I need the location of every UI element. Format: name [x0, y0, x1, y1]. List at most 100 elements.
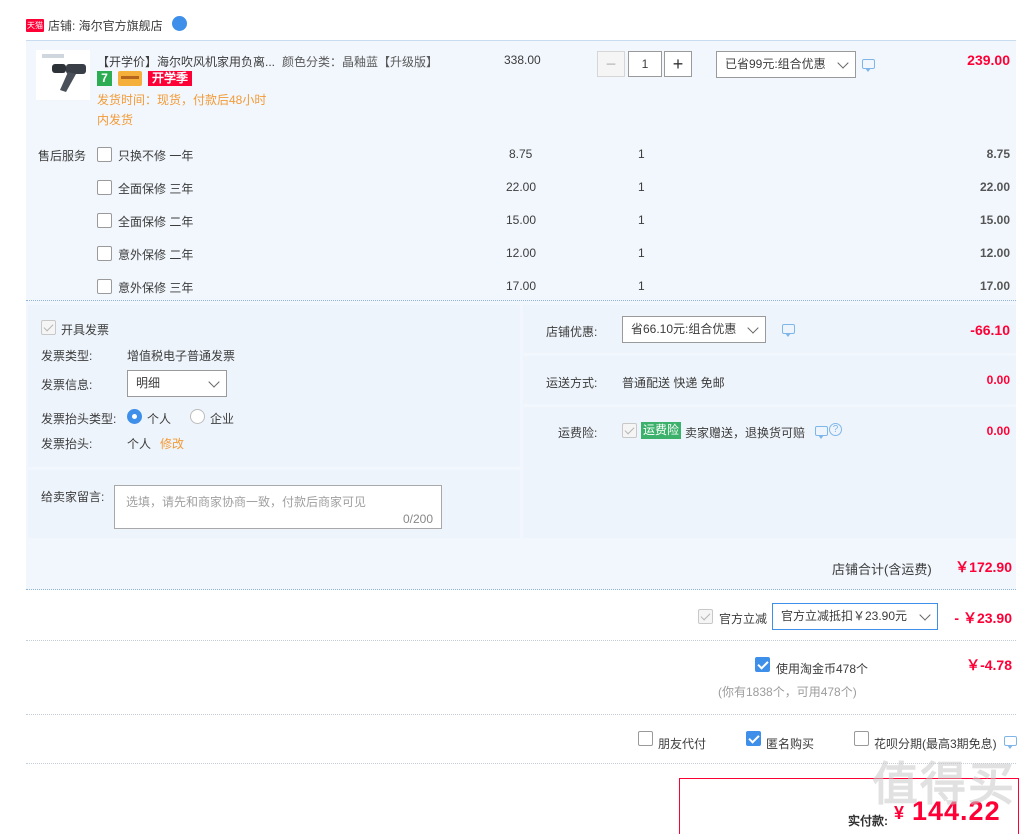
service-qty: 1 [638, 180, 645, 194]
invoice-head-label: 发票抬头: [41, 437, 93, 451]
shop-discount-label: 店铺优惠: [546, 325, 598, 339]
shipping-value: 普通配送 快递 免邮 [622, 376, 725, 390]
quantity-increase-button[interactable]: + [664, 51, 692, 77]
official-value: 官方立减抵扣￥23.90元 [781, 609, 908, 623]
service-price: 17.00 [506, 279, 537, 293]
insurance-label: 运费险: [558, 426, 598, 440]
watermark: 值得买 [872, 758, 1016, 810]
quantity-decrease-button[interactable]: − [597, 51, 625, 77]
service-qty: 1 [638, 246, 645, 260]
anonymous-label: 匿名购买 [766, 737, 815, 751]
item-price: 338.00 [504, 53, 541, 67]
taojinbi-label: 使用淘金币478个 [776, 662, 869, 676]
quantity-input[interactable]: 1 [628, 51, 662, 77]
service-total: 17.00 [979, 279, 1010, 293]
service-checkbox[interactable] [97, 246, 112, 261]
radio-personal[interactable] [127, 409, 142, 424]
friend-pay-label: 朋友代付 [658, 737, 707, 751]
service-total: 15.00 [979, 213, 1010, 227]
insurance-tag: 运费险 [641, 422, 682, 439]
service-total: 22.00 [979, 180, 1010, 194]
message-icon[interactable] [815, 426, 828, 439]
taojinbi-note: (你有1838个，可用478个) [718, 685, 857, 699]
official-amount: - ￥23.90 [954, 610, 1012, 626]
service-qty: 1 [638, 147, 645, 161]
radio-company[interactable] [190, 409, 205, 424]
insurance-checkbox[interactable] [622, 423, 637, 438]
insurance-amount: 0.00 [986, 424, 1010, 438]
service-label: 售后服务 [38, 149, 87, 163]
shipping-label: 运送方式: [546, 376, 598, 390]
pay-label: 实付款: [848, 814, 888, 828]
friend-pay-checkbox[interactable] [638, 731, 653, 746]
service-checkbox[interactable] [97, 180, 112, 195]
official-checkbox[interactable] [698, 609, 713, 624]
divider [26, 763, 1016, 764]
service-name: 全面保修 二年 [118, 215, 194, 229]
radio-company-label: 企业 [210, 412, 235, 426]
service-name: 意外保修 三年 [118, 281, 194, 295]
shop-discount-value: 省66.10元:组合优惠 [631, 322, 737, 336]
taojinbi-amount: ￥-4.78 [966, 657, 1012, 673]
radio-personal-label: 个人 [147, 412, 172, 426]
service-total: 12.00 [979, 246, 1010, 260]
service-price: 8.75 [509, 147, 533, 161]
huabei-checkbox[interactable] [854, 731, 869, 746]
message-placeholder: 选填，请先和商家协商一致，付款后商家可见 [126, 495, 367, 509]
shop-discount-select[interactable]: 省66.10元:组合优惠 [622, 316, 766, 343]
official-select[interactable]: 官方立减抵扣￥23.90元 [772, 603, 938, 630]
invoice-info-value: 明细 [136, 376, 161, 390]
service-name: 只换不修 一年 [118, 149, 194, 163]
chevron-down-icon [919, 609, 931, 621]
hair-dryer-icon [42, 54, 86, 92]
chevron-down-icon [208, 376, 220, 388]
service-price: 15.00 [506, 213, 537, 227]
taojinbi-checkbox[interactable] [755, 657, 770, 672]
service-checkbox[interactable] [97, 213, 112, 228]
item-subtotal: 239.00 [967, 52, 1010, 68]
divider [26, 640, 1016, 641]
invoice-head-value: 个人 [127, 437, 152, 451]
message-icon[interactable] [862, 59, 875, 72]
invoice-type-value: 增值税电子普通发票 [127, 349, 236, 363]
invoice-info-select[interactable]: 明细 [127, 370, 227, 397]
chevron-down-icon [747, 322, 759, 334]
shop-name[interactable]: 店铺: 海尔官方旗舰店 [48, 17, 163, 34]
ship-time-line1: 发货时间：现货，付款后48小时 [97, 93, 267, 107]
tag-seven-day: 7 [97, 71, 112, 86]
service-checkbox[interactable] [97, 147, 112, 162]
service-qty: 1 [638, 279, 645, 293]
anonymous-checkbox[interactable] [746, 731, 761, 746]
item-promo-value: 已省99元:组合优惠 [725, 57, 826, 71]
shop-discount-amount: -66.10 [970, 322, 1010, 338]
invoice-modify-link[interactable]: 修改 [160, 435, 184, 452]
service-total: 8.75 [986, 147, 1010, 161]
invoice-open-label: 开具发票 [61, 323, 110, 337]
product-image[interactable] [36, 50, 90, 100]
wangwang-icon[interactable] [172, 16, 187, 31]
shipping-amount: 0.00 [986, 373, 1010, 387]
invoice-type-label: 发票类型: [41, 349, 93, 363]
ship-time-line2: 内发货 [97, 113, 134, 127]
invoice-head-type-label: 发票抬头类型: [41, 412, 117, 426]
chevron-down-icon [837, 57, 849, 69]
service-checkbox[interactable] [97, 279, 112, 294]
service-price: 22.00 [506, 180, 537, 194]
service-name: 意外保修 二年 [118, 248, 194, 262]
item-promo-select[interactable]: 已省99元:组合优惠 [716, 51, 856, 78]
message-textarea[interactable]: 选填，请先和商家协商一致，付款后商家可见 0/200 [114, 485, 442, 529]
service-name: 全面保修 三年 [118, 182, 194, 196]
divider [26, 714, 1016, 715]
official-label: 官方立减 [719, 612, 768, 626]
invoice-checkbox[interactable] [41, 320, 56, 335]
message-icon[interactable] [1004, 736, 1017, 749]
shop-total-label: 店铺合计(含运费) [832, 562, 932, 577]
message-icon[interactable] [782, 324, 795, 337]
help-icon[interactable]: ? [829, 423, 842, 436]
service-qty: 1 [638, 213, 645, 227]
tmall-badge: 天猫 [26, 19, 44, 32]
invoice-info-label: 发票信息: [41, 378, 93, 392]
insurance-text: 卖家赠送，退换货可赔 [685, 426, 806, 440]
service-price: 12.00 [506, 246, 537, 260]
item-title[interactable]: 【开学价】海尔吹风机家用负离... [97, 53, 275, 70]
